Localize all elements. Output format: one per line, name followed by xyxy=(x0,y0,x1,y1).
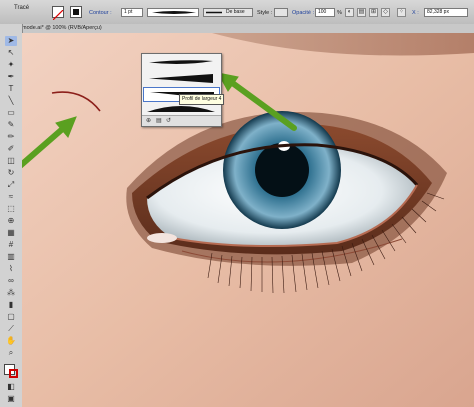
artboard-canvas[interactable]: ⊕ ▤ ↺ Profil de largeur 4 xyxy=(22,33,474,407)
screen-mode-icon[interactable]: ▣ xyxy=(5,394,17,404)
magic-wand-tool-icon[interactable]: ✦ xyxy=(5,60,17,70)
width-profile-option-2[interactable] xyxy=(143,71,220,86)
document-tab[interactable]: mode.ai* @ 100% (RVB/Aperçu) xyxy=(22,25,102,31)
opacity-unit: % xyxy=(337,10,342,16)
zoom-tool-icon[interactable]: ⌕ xyxy=(5,348,17,358)
perspective-grid-tool-icon[interactable]: ▦ xyxy=(5,228,17,238)
align-icon[interactable]: ▤ xyxy=(357,8,366,17)
column-graph-tool-icon[interactable]: ▮ xyxy=(5,300,17,310)
blob-brush-tool-icon[interactable]: ✐ xyxy=(5,144,17,154)
rectangle-tool-icon[interactable]: ▭ xyxy=(5,108,17,118)
recolor-artwork-icon[interactable]: ◐ xyxy=(345,8,354,17)
stroke-weight-field[interactable]: 1 pt xyxy=(121,8,143,17)
add-profile-icon[interactable]: ⊕ xyxy=(146,117,151,124)
scale-tool-icon[interactable]: ⤢ xyxy=(5,180,17,190)
fill-stroke-swatch[interactable] xyxy=(4,364,18,378)
hand-tool-icon[interactable]: ✋ xyxy=(5,336,17,346)
selection-tool-icon[interactable]: ➤ xyxy=(5,36,17,46)
free-transform-tool-icon[interactable]: ⬚ xyxy=(5,204,17,214)
brush-name: De base xyxy=(226,9,245,15)
rotate-tool-icon[interactable]: ↻ xyxy=(5,168,17,178)
width-profile-tooltip: Profil de largeur 4 xyxy=(179,94,225,105)
isolate-icon[interactable]: ◇ xyxy=(381,8,390,17)
width-profile-dropdown[interactable] xyxy=(147,8,199,17)
shape-builder-tool-icon[interactable]: ⊕ xyxy=(5,216,17,226)
slice-tool-icon[interactable]: ⟋ xyxy=(5,324,17,334)
tools-panel: ➤ ↖ ✦ ✒ T ╲ ▭ ✎ ✏ ✐ ◫ ↻ ⤢ ≈ ⬚ ⊕ ▦ # ▥ ⌇ … xyxy=(0,24,23,407)
eyedropper-tool-icon[interactable]: ⌇ xyxy=(5,264,17,274)
stroke-label[interactable]: Contour : xyxy=(89,10,112,16)
type-tool-icon[interactable]: T xyxy=(5,84,17,94)
fill-swatch[interactable] xyxy=(52,6,64,21)
opacity-field[interactable]: 100 xyxy=(315,8,335,17)
popup-footer: ⊕ ▤ ↺ xyxy=(142,115,221,126)
drawing-modes-icon[interactable]: ◧ xyxy=(5,382,17,392)
transform-icon[interactable]: ⊞ xyxy=(369,8,378,17)
pencil-tool-icon[interactable]: ✏ xyxy=(5,132,17,142)
gradient-tool-icon[interactable]: ▥ xyxy=(5,252,17,262)
width-tool-icon[interactable]: ≈ xyxy=(5,192,17,202)
reset-profiles-icon[interactable]: ↺ xyxy=(166,117,171,124)
delete-profile-icon[interactable]: ▤ xyxy=(156,117,162,124)
symbol-sprayer-tool-icon[interactable]: ⁂ xyxy=(5,288,17,298)
eye-artwork xyxy=(22,33,474,407)
artboard-tool-icon[interactable]: ▢ xyxy=(5,312,17,322)
x-label: X : xyxy=(412,10,419,16)
x-field[interactable]: 82,328 px xyxy=(424,8,468,17)
blend-tool-icon[interactable]: ∞ xyxy=(5,276,17,286)
graphic-style-dropdown[interactable] xyxy=(274,8,288,17)
stroke-swatch[interactable] xyxy=(70,6,82,18)
reference-point-icon[interactable]: ⁘ xyxy=(397,8,406,17)
opacity-label[interactable]: Opacité : xyxy=(292,10,314,16)
direct-selection-tool-icon[interactable]: ↖ xyxy=(5,48,17,58)
brush-definition-dropdown[interactable]: De base xyxy=(203,8,253,17)
pen-tool-icon[interactable]: ✒ xyxy=(5,72,17,82)
mesh-tool-icon[interactable]: # xyxy=(5,240,17,250)
width-profile-popup: ⊕ ▤ ↺ xyxy=(141,53,222,127)
line-tool-icon[interactable]: ╲ xyxy=(5,96,17,106)
paintbrush-tool-icon[interactable]: ✎ xyxy=(5,120,17,130)
style-label: Style : xyxy=(257,10,273,16)
width-profile-option-1[interactable] xyxy=(143,55,220,70)
mode-label: Tracé xyxy=(14,5,30,11)
control-bar: Tracé Contour : 1 pt De base Style : Opa… xyxy=(0,0,474,25)
eraser-tool-icon[interactable]: ◫ xyxy=(5,156,17,166)
